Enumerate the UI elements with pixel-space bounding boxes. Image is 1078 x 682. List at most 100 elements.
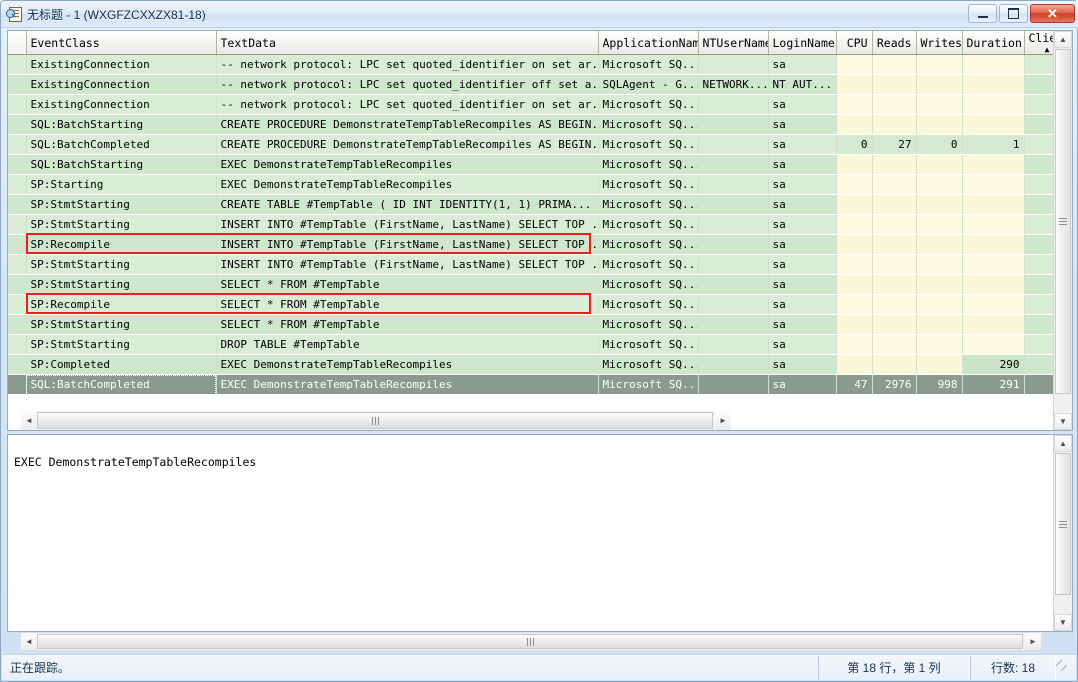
cell-loginname: sa [768,374,837,395]
table-row[interactable]: SQL:BatchCompleted CREATE PROCEDURE Demon… [8,134,1054,155]
cell-textdata: -- network protocol: LPC set quoted_iden… [216,94,599,115]
column-header-duration[interactable]: Duration [962,31,1025,55]
cell-reads [872,194,917,215]
cell-eventclass: SP:StmtStarting [26,334,217,355]
sort-ascending-icon: ▲ [1044,45,1050,54]
cell-duration: 290 [962,354,1025,375]
cell-ntusername [698,234,769,255]
cell-ntusername [698,154,769,175]
grid-horizontal-scrollbar[interactable]: ◄ ► [21,411,731,430]
scroll-thumb-grip-icon [371,416,379,425]
cell-reads [872,354,917,375]
trace-events-table[interactable]: EventClass TextData ApplicationName NTUserN… [8,31,1054,395]
scroll-up-arrow-icon[interactable]: ▲ [1054,435,1072,452]
detail-hscroll-thumb[interactable] [37,634,1023,649]
cell-reads [872,114,917,135]
detail-vertical-scrollbar[interactable]: ▲ ▼ [1053,435,1072,631]
table-row[interactable]: SP:Recompile INSERT INTO #TempTable (Firs… [8,234,1054,255]
cell-textdata: CREATE TABLE #TempTable ( ID INT IDENTIT… [216,194,599,215]
cell-gutter [8,374,27,395]
scroll-right-arrow-icon[interactable]: ► [715,411,731,430]
table-row[interactable]: SQL:BatchStarting EXEC DemonstrateTempTa… [8,154,1054,175]
cell-loginname: sa [768,94,837,115]
maximize-restore-button[interactable] [999,4,1028,23]
column-header-writes[interactable]: Writes [916,31,963,55]
cell-clientprocessid [1024,134,1054,155]
cell-applicationname: Microsoft SQ... [598,94,699,115]
grid-vertical-scrollbar[interactable]: ▲ ▼ [1053,31,1072,430]
close-button[interactable]: ✕ [1030,4,1075,23]
cell-cpu: 47 [836,374,873,395]
scroll-left-arrow-icon[interactable]: ◄ [21,633,37,650]
event-detail-panel[interactable]: EXEC DemonstrateTempTableRecompiles ▲ ▼ [7,434,1073,632]
scroll-down-arrow-icon[interactable]: ▼ [1054,614,1072,631]
cell-textdata: SELECT * FROM #TempTable [216,294,599,315]
cell-gutter [8,174,27,195]
table-row[interactable]: SP:StmtStarting DROP TABLE #TempTable Micr… [8,334,1054,355]
table-row[interactable]: ExistingConnection -- network protocol: L… [8,54,1054,75]
cell-duration [962,194,1025,215]
table-row[interactable]: SP:StmtStarting SELECT * FROM #TempTable M… [8,314,1054,335]
cell-loginname: sa [768,314,837,335]
column-header-ntusername[interactable]: NTUserName [698,31,769,55]
cell-ntusername [698,214,769,235]
column-header-cpu[interactable]: CPU [836,31,873,55]
cell-applicationname: SQLAgent - G... [598,74,699,95]
minimize-button[interactable] [968,4,997,23]
cell-ntusername [698,54,769,75]
cell-reads [872,334,917,355]
cell-applicationname: Microsoft SQ... [598,174,699,195]
cell-writes [916,294,963,315]
table-row[interactable]: ExistingConnection -- network protocol: L… [8,74,1054,95]
table-row[interactable]: SP:StmtStarting INSERT INTO #TempTable (F… [8,254,1054,275]
cell-cpu [836,174,873,195]
cell-writes [916,254,963,275]
cell-eventclass: ExistingConnection [26,74,217,95]
scroll-right-arrow-icon[interactable]: ► [1025,633,1041,650]
scroll-up-arrow-icon[interactable]: ▲ [1054,31,1072,48]
resize-grip-icon[interactable] [1056,659,1072,676]
table-row[interactable]: ExistingConnection -- network protocol: L… [8,94,1054,115]
cell-writes [916,214,963,235]
cell-applicationname: Microsoft SQ... [598,334,699,355]
column-header-loginname[interactable]: LoginName [768,31,837,55]
cell-reads [872,314,917,335]
cell-applicationname: Microsoft SQ... [598,194,699,215]
table-row[interactable]: SP:Recompile SELECT * FROM #TempTable Micr… [8,294,1054,315]
cell-eventclass: ExistingConnection [26,94,217,115]
grid-vscroll-thumb[interactable] [1055,49,1071,394]
cell-gutter [8,214,27,235]
table-body: ExistingConnection -- network protocol: L… [8,54,1054,395]
cell-ntusername [698,374,769,395]
table-row[interactable]: SP:StmtStarting CREATE TABLE #TempTable (… [8,194,1054,215]
trace-grid-panel: EventClass TextData ApplicationName NTUserN… [7,30,1073,431]
cell-duration [962,254,1025,275]
cell-writes: 0 [916,134,963,155]
column-header-clientprocessid[interactable]: Clien▲ [1024,31,1054,55]
table-row[interactable]: SP:StmtStarting SELECT * FROM #TempTable M… [8,274,1054,295]
table-row[interactable]: SQL:BatchCompleted EXEC DemonstrateTempT… [8,374,1054,395]
status-bar: 正在跟踪。 第 18 行，第 1 列 行数: 18 [2,654,1076,680]
column-header-gutter[interactable] [8,31,27,55]
cell-eventclass: SP:Completed [26,354,217,375]
column-header-reads[interactable]: Reads [872,31,917,55]
column-header-applicationname[interactable]: ApplicationName [598,31,699,55]
cell-eventclass: SP:Starting [26,174,217,195]
cell-loginname: sa [768,154,837,175]
cell-writes [916,194,963,215]
cell-gutter [8,354,27,375]
column-header-eventclass[interactable]: EventClass [26,31,217,55]
table-row[interactable]: SP:StmtStarting INSERT INTO #TempTable (F… [8,214,1054,235]
scroll-left-arrow-icon[interactable]: ◄ [21,411,37,430]
table-row[interactable]: SP:Completed EXEC DemonstrateTempTableRec… [8,354,1054,375]
cell-writes [916,154,963,175]
cell-textdata: DROP TABLE #TempTable [216,334,599,355]
table-row[interactable]: SP:Starting EXEC DemonstrateTempTableReco… [8,174,1054,195]
detail-vscroll-thumb[interactable] [1055,453,1071,595]
cell-clientprocessid [1024,334,1054,355]
table-row[interactable]: SQL:BatchStarting CREATE PROCEDURE Demons… [8,114,1054,135]
cell-cpu [836,94,873,115]
detail-horizontal-scrollbar[interactable]: ◄ ► [21,633,1041,650]
column-header-textdata[interactable]: TextData [216,31,599,55]
grid-hscroll-thumb[interactable] [37,412,713,429]
